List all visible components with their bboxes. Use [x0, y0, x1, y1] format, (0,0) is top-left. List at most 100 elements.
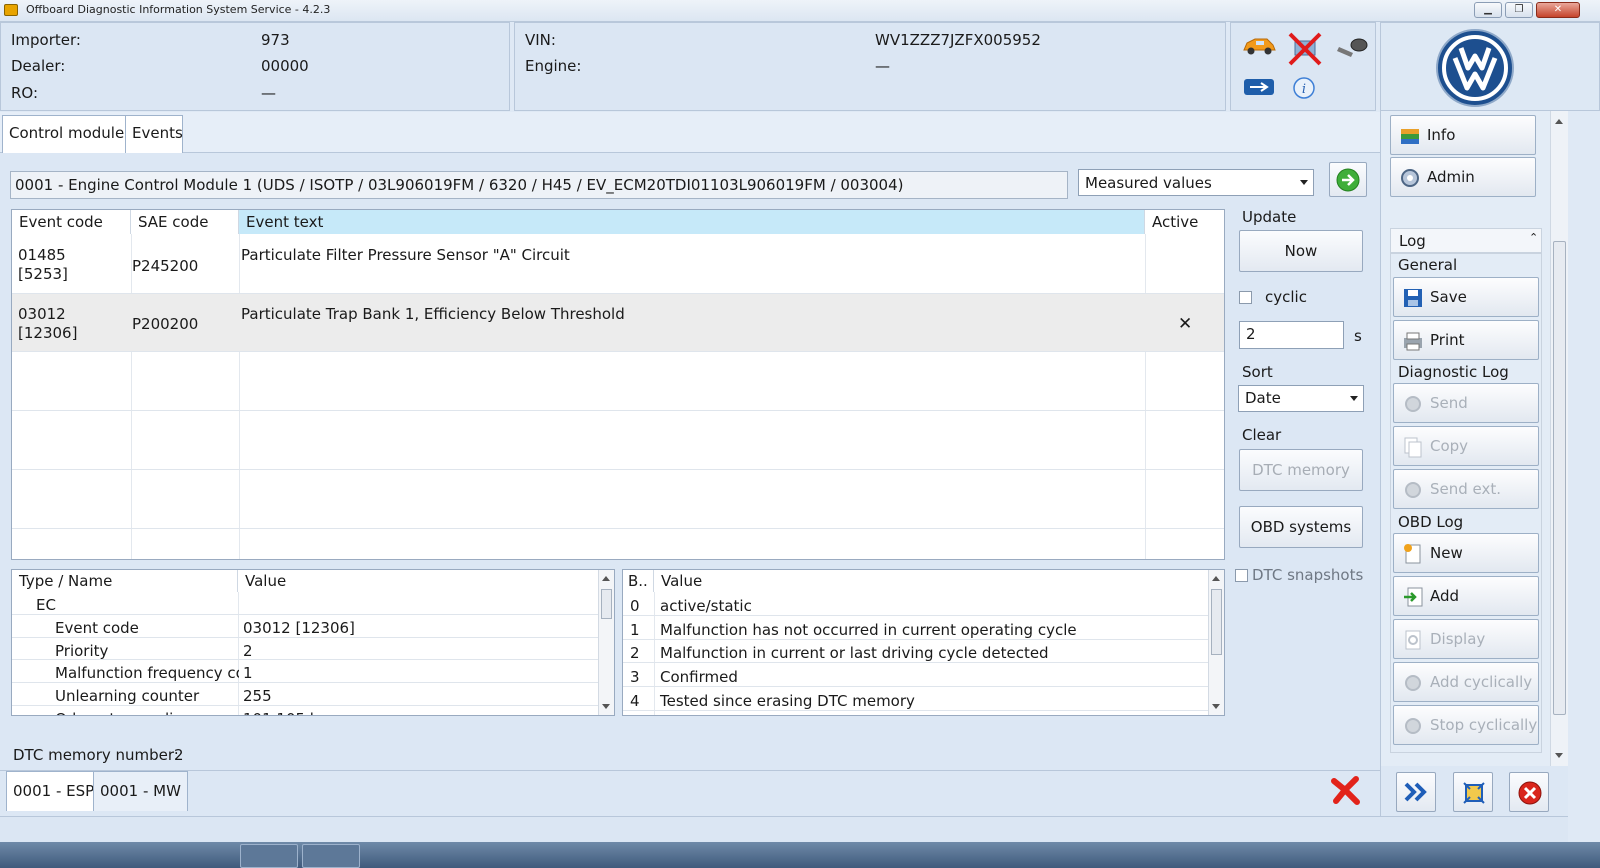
sort-select-value: Date: [1245, 389, 1281, 407]
scroll-thumb[interactable]: [1211, 589, 1222, 655]
bit-value: Malfunction in current or last driving c…: [660, 644, 1049, 662]
table-row[interactable]: 03012 [12306] P200200 Particulate Trap B…: [12, 294, 1224, 352]
list-item[interactable]: EC: [12, 592, 614, 615]
col-event-code[interactable]: Event code: [12, 210, 131, 234]
send-ext-button[interactable]: Send ext.: [1393, 469, 1539, 509]
scroll-down-icon[interactable]: [602, 704, 610, 709]
close-module-icon[interactable]: [1330, 775, 1360, 805]
print-label: Print: [1430, 331, 1465, 349]
list-item[interactable]: Malfunction frequency cou 1: [12, 660, 614, 683]
importer-value: 973: [261, 31, 290, 49]
tab-events[interactable]: Events: [125, 115, 183, 153]
list-item[interactable]: Priority 2: [12, 638, 614, 660]
exit-button[interactable]: [1509, 772, 1549, 812]
forward-button[interactable]: [1396, 772, 1436, 812]
detail-value: 255: [243, 687, 272, 705]
scroll-up-icon[interactable]: [1555, 119, 1563, 124]
add-cyclically-button[interactable]: Add cyclically: [1393, 662, 1539, 702]
info-label: Info: [1427, 126, 1456, 144]
engine-value: —: [875, 57, 890, 75]
save-button[interactable]: Save: [1393, 277, 1539, 317]
status-scrollbar[interactable]: [1208, 570, 1224, 715]
dtc-memory-number-value: 2: [174, 746, 184, 764]
send-button[interactable]: Send: [1393, 383, 1539, 423]
info-icon[interactable]: i: [1293, 77, 1315, 99]
list-item[interactable]: Odometer reading101 105 km: [12, 706, 614, 715]
maximize-button[interactable]: ❐: [1505, 2, 1533, 18]
taskbar-item[interactable]: [240, 844, 298, 868]
logo-panel: [1380, 22, 1600, 111]
view-select[interactable]: Measured values: [1078, 169, 1314, 196]
col-type-name[interactable]: Type / Name: [12, 570, 238, 592]
disconnected-icon[interactable]: [1287, 31, 1323, 67]
tab-control-modules[interactable]: Control modules: [2, 115, 140, 153]
minimize-button[interactable]: ▁: [1474, 2, 1502, 18]
admin-button[interactable]: Admin: [1390, 157, 1536, 197]
sort-select[interactable]: Date: [1238, 385, 1364, 412]
diagnostic-log-label: Diagnostic Log: [1398, 363, 1509, 381]
obd-systems-button[interactable]: OBD systems: [1239, 506, 1363, 548]
clear-dtc-memory-button[interactable]: DTC memory: [1239, 449, 1363, 491]
copy-icon: [1404, 437, 1422, 458]
list-item[interactable]: 0 active/static: [623, 592, 1224, 616]
add-button[interactable]: Add: [1393, 576, 1539, 616]
col-sae-code[interactable]: SAE code: [131, 210, 239, 234]
scroll-up-icon[interactable]: [1212, 576, 1220, 581]
col-event-text[interactable]: Event text: [239, 210, 1145, 234]
sort-label: Sort: [1242, 363, 1273, 381]
vin-value: WV1ZZZ7JZFX005952: [875, 31, 1041, 49]
collapse-icon[interactable]: ⌃: [1529, 231, 1538, 244]
now-button[interactable]: Now: [1239, 230, 1363, 272]
list-item[interactable]: 1 Malfunction has not occurred in current…: [623, 616, 1224, 640]
table-row[interactable]: 01485 [5253] P245200 Particulate Filter …: [12, 234, 1224, 294]
details-scrollbar[interactable]: [598, 570, 614, 715]
log-header[interactable]: Log ⌃: [1390, 228, 1542, 253]
list-item[interactable]: 3 Confirmed: [623, 663, 1224, 687]
scroll-down-icon[interactable]: [1212, 704, 1220, 709]
col-active[interactable]: Active: [1145, 210, 1224, 234]
dtc-snapshots-checkbox[interactable]: [1235, 569, 1248, 582]
bit-number: 4: [630, 692, 640, 710]
magnifier-icon: [1405, 630, 1421, 650]
key-icon[interactable]: [1335, 35, 1369, 61]
list-item[interactable]: Event code 03012 [12306]: [12, 615, 614, 638]
close-window-button[interactable]: ✕: [1536, 2, 1580, 18]
taskbar-item[interactable]: [302, 844, 360, 868]
col-value[interactable]: Value: [238, 570, 598, 592]
app-icon: [4, 4, 18, 16]
cyclic-label: cyclic: [1265, 288, 1307, 306]
send-ext-gear-icon: [1405, 482, 1421, 498]
bottom-tab-bar: [0, 770, 1380, 816]
copy-button[interactable]: Copy: [1393, 426, 1539, 466]
scroll-up-icon[interactable]: [602, 576, 610, 581]
print-button[interactable]: Print: [1393, 320, 1539, 360]
empty-row: [12, 411, 1224, 470]
col-bit[interactable]: B..: [623, 570, 654, 592]
list-item[interactable]: 2 Malfunction in current or last driving …: [623, 640, 1224, 663]
scroll-down-icon[interactable]: [1555, 753, 1563, 758]
stop-cyclically-button[interactable]: Stop cyclically: [1393, 705, 1539, 745]
bottom-tab-mw[interactable]: 0001 - MW: [93, 771, 188, 811]
sidebar-scrollbar[interactable]: [1550, 111, 1568, 766]
new-button[interactable]: New: [1393, 533, 1539, 573]
car-icon[interactable]: [1241, 35, 1277, 57]
scroll-thumb[interactable]: [1553, 241, 1566, 715]
usb-icon[interactable]: [1243, 77, 1275, 97]
fullscreen-button[interactable]: [1453, 772, 1493, 812]
scroll-thumb[interactable]: [601, 589, 612, 619]
status-icons-panel: i: [1230, 22, 1376, 111]
list-item[interactable]: 4 Tested since erasing DTC memory: [623, 687, 1224, 711]
cyclic-interval-input[interactable]: 2: [1239, 321, 1344, 349]
bit-value: Confirmed: [660, 668, 738, 686]
info-button[interactable]: Info: [1390, 115, 1536, 155]
add-label: Add: [1430, 587, 1460, 605]
event-text: Particulate Filter Pressure Sensor "A" C…: [241, 246, 570, 264]
display-button[interactable]: Display: [1393, 619, 1539, 659]
col-bit-value[interactable]: Value: [654, 570, 1204, 592]
status-bits-table: B.. Value 0 active/static 1 Malfunction ha…: [622, 569, 1225, 716]
detail-name: Odometer reading: [49, 707, 239, 715]
list-item[interactable]: Unlearning counter 255: [12, 683, 614, 706]
cyclic-checkbox[interactable]: [1239, 291, 1252, 304]
bottom-tab-esp[interactable]: 0001 - ESP: [6, 771, 102, 811]
go-button[interactable]: [1329, 162, 1367, 197]
